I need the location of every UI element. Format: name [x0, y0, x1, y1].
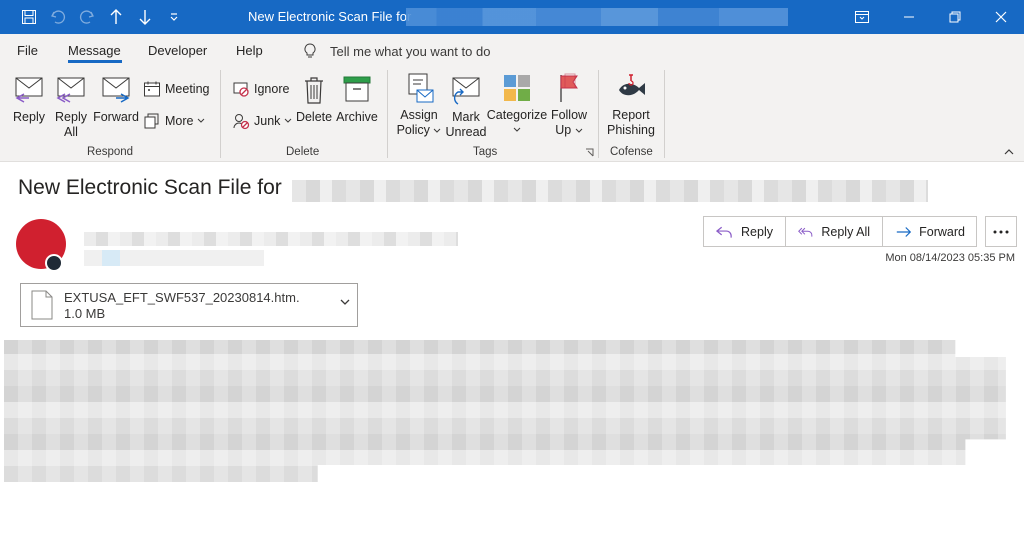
forward-action-button[interactable]: Forward — [883, 217, 977, 246]
more-respond-button[interactable]: More — [143, 112, 205, 130]
more-respond-icon — [144, 113, 159, 129]
arrow-down-icon[interactable] — [135, 7, 155, 27]
title-bar: New Electronic Scan File for — [0, 0, 1024, 34]
group-label-cofense: Cofense — [610, 146, 653, 158]
undo-icon[interactable] — [48, 7, 68, 27]
mark-unread-button[interactable]: Mark Unread — [446, 74, 487, 140]
chevron-down-icon — [198, 118, 205, 123]
ignore-icon — [233, 82, 249, 97]
save-icon[interactable] — [19, 7, 39, 27]
categorize-button[interactable]: Categorize — [487, 72, 547, 133]
follow-up-button[interactable]: Follow Up — [549, 72, 589, 138]
forward-icon — [896, 226, 912, 237]
chevron-down-icon — [285, 118, 292, 123]
group-separator — [598, 70, 599, 158]
group-label-delete: Delete — [286, 146, 320, 158]
mark-unread-icon — [452, 77, 480, 105]
ribbon-display-options-icon[interactable] — [850, 6, 874, 28]
arrow-up-icon[interactable] — [106, 7, 126, 27]
tell-me-text: Tell me what you want to do — [330, 43, 491, 59]
redacted-title — [406, 8, 788, 26]
archive-button[interactable]: Archive — [336, 74, 378, 125]
message-timestamp: Mon 08/14/2023 05:35 PM — [885, 252, 1015, 264]
collapse-ribbon-button[interactable] — [1004, 148, 1014, 155]
redacted-sender — [84, 232, 458, 246]
reply-icon — [716, 226, 732, 238]
customize-toolbar-icon[interactable] — [164, 7, 184, 27]
menu-bar: File Message Developer Help Tell me what… — [0, 34, 1024, 66]
group-label-tags: Tags — [473, 146, 498, 158]
redacted-subject — [292, 180, 928, 202]
attachment-size: 1.0 MB — [64, 306, 106, 321]
group-separator — [664, 70, 665, 158]
group-separator — [220, 70, 221, 158]
presence-indicator — [45, 254, 63, 272]
calendar-icon — [144, 81, 160, 97]
forward-icon — [102, 77, 130, 103]
reply-icon — [15, 77, 43, 103]
forward-button[interactable]: Forward — [93, 74, 139, 125]
reply-button[interactable]: Reply — [12, 74, 46, 125]
tags-dialog-launcher[interactable] — [585, 148, 594, 157]
junk-icon — [233, 114, 250, 130]
ellipsis-icon — [993, 230, 1009, 233]
chevron-down-icon — [434, 128, 441, 133]
group-label-respond: Respond — [87, 146, 134, 158]
chevron-down-icon[interactable] — [339, 298, 351, 306]
file-icon — [31, 290, 53, 320]
close-icon[interactable] — [989, 6, 1013, 28]
dialog-launcher-icon — [586, 148, 594, 157]
assign-policy-icon — [408, 73, 434, 103]
redacted-recipient — [84, 250, 264, 266]
meeting-button[interactable]: Meeting — [143, 80, 209, 98]
group-separator — [387, 70, 388, 158]
chevron-down-icon — [575, 128, 583, 133]
tab-help[interactable]: Help — [236, 43, 263, 58]
tab-developer[interactable]: Developer — [148, 43, 207, 58]
reply-all-icon — [798, 227, 813, 237]
reply-action-button[interactable]: Reply — [704, 217, 786, 246]
chevron-down-icon — [513, 127, 521, 132]
archive-icon — [343, 76, 371, 102]
more-actions-button[interactable] — [985, 216, 1017, 247]
ribbon: Reply Reply All Forward Meeting More Res… — [0, 66, 1024, 162]
message-actions: Reply Reply All Forward — [703, 216, 977, 247]
active-tab-indicator — [68, 60, 122, 63]
categorize-icon — [504, 75, 530, 101]
chevron-up-icon — [1004, 149, 1014, 155]
reply-all-icon — [56, 77, 85, 103]
flag-icon — [560, 73, 578, 102]
report-phishing-button[interactable]: Report Phishing — [606, 72, 656, 138]
tab-message[interactable]: Message — [68, 43, 121, 58]
assign-policy-button[interactable]: Assign Policy — [396, 72, 442, 138]
attachment-name: EXTUSA_EFT_SWF537_20230814.htm. — [64, 290, 300, 305]
phishing-fish-icon — [619, 74, 645, 96]
minimize-icon[interactable] — [897, 6, 921, 28]
window-title: New Electronic Scan File for — [248, 9, 412, 24]
junk-button[interactable]: Junk — [232, 112, 292, 130]
restore-icon[interactable] — [943, 6, 967, 28]
attachment[interactable]: EXTUSA_EFT_SWF537_20230814.htm. 1.0 MB — [20, 283, 358, 327]
tab-file[interactable]: File — [17, 43, 38, 58]
reply-all-action-button[interactable]: Reply All — [786, 217, 883, 246]
reply-all-button[interactable]: Reply All — [54, 74, 88, 140]
lightbulb-icon — [304, 43, 316, 58]
tell-me-search[interactable]: Tell me what you want to do — [304, 43, 490, 59]
redacted-message-body — [4, 340, 1006, 482]
delete-button[interactable]: Delete — [296, 74, 332, 125]
ignore-button[interactable]: Ignore — [232, 80, 289, 98]
message-subject: New Electronic Scan File for — [18, 176, 282, 199]
redo-icon[interactable] — [77, 7, 97, 27]
trash-icon — [305, 77, 323, 104]
